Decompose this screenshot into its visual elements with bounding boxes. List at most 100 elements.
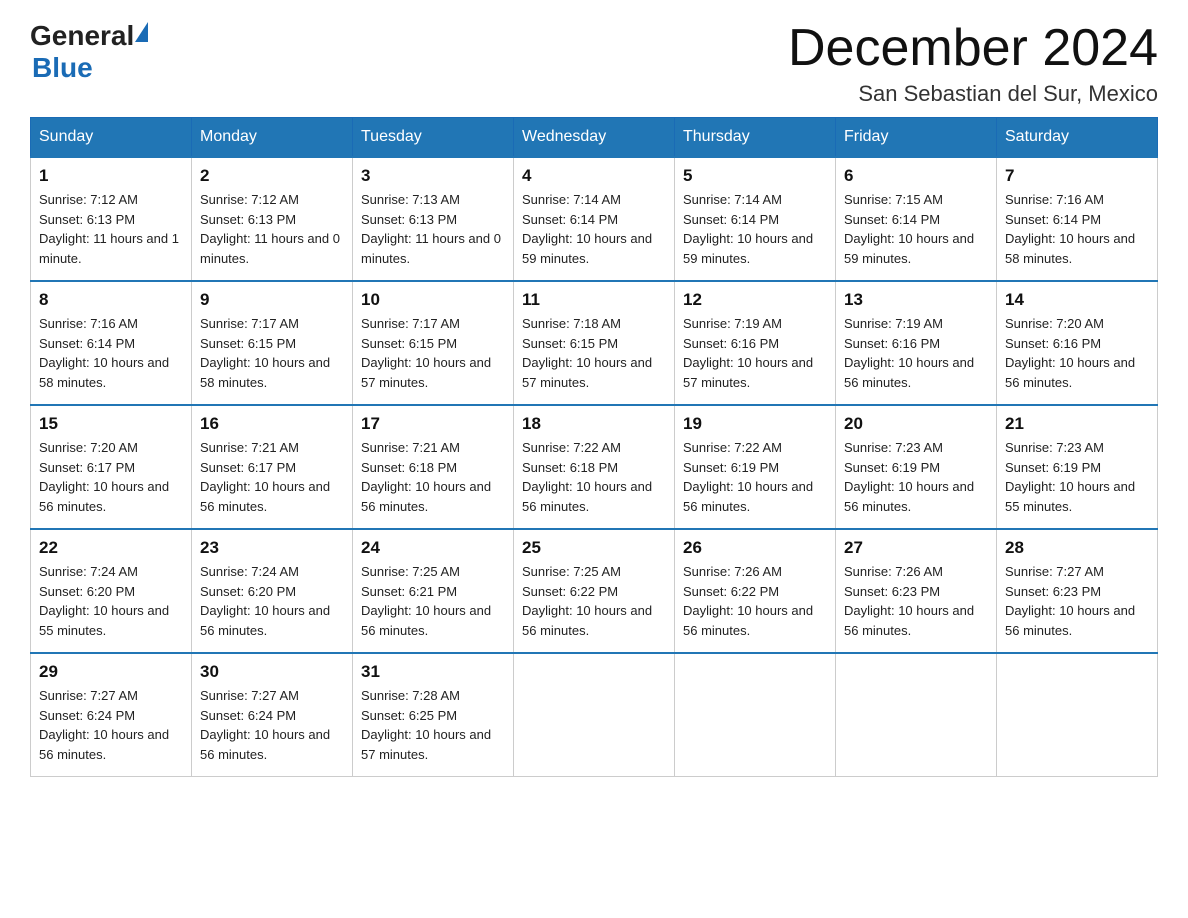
day-info: Sunrise: 7:16 AMSunset: 6:14 PMDaylight:… xyxy=(1005,190,1149,268)
header-col-friday: Friday xyxy=(836,118,997,158)
logo-triangle-icon xyxy=(135,22,148,42)
header-col-sunday: Sunday xyxy=(31,118,192,158)
day-number: 11 xyxy=(522,290,666,310)
calendar-cell: 9Sunrise: 7:17 AMSunset: 6:15 PMDaylight… xyxy=(192,281,353,405)
day-number: 22 xyxy=(39,538,183,558)
day-info: Sunrise: 7:15 AMSunset: 6:14 PMDaylight:… xyxy=(844,190,988,268)
day-number: 30 xyxy=(200,662,344,682)
day-info: Sunrise: 7:27 AMSunset: 6:23 PMDaylight:… xyxy=(1005,562,1149,640)
day-number: 1 xyxy=(39,166,183,186)
day-number: 26 xyxy=(683,538,827,558)
calendar-cell: 19 Sunrise: 7:22 AMSunset: 6:19 PMDayligh… xyxy=(675,405,836,529)
header-col-wednesday: Wednesday xyxy=(514,118,675,158)
day-info: Sunrise: 7:26 AMSunset: 6:23 PMDaylight:… xyxy=(844,562,988,640)
header-col-monday: Monday xyxy=(192,118,353,158)
day-info: Sunrise: 7:22 AMSunset: 6:19 PMDaylight:… xyxy=(683,438,827,516)
day-number: 5 xyxy=(683,166,827,186)
day-number: 14 xyxy=(1005,290,1149,310)
logo-blue-text: Blue xyxy=(32,52,93,84)
day-number: 6 xyxy=(844,166,988,186)
day-number: 19 xyxy=(683,414,827,434)
calendar-cell: 22Sunrise: 7:24 AMSunset: 6:20 PMDayligh… xyxy=(31,529,192,653)
calendar-cell: 23 Sunrise: 7:24 AMSunset: 6:20 PMDayligh… xyxy=(192,529,353,653)
calendar-cell: 30Sunrise: 7:27 AMSunset: 6:24 PMDayligh… xyxy=(192,653,353,777)
day-info: Sunrise: 7:23 AMSunset: 6:19 PMDaylight:… xyxy=(844,438,988,516)
calendar-cell: 10 Sunrise: 7:17 AMSunset: 6:15 PMDayligh… xyxy=(353,281,514,405)
calendar-cell: 21Sunrise: 7:23 AMSunset: 6:19 PMDayligh… xyxy=(997,405,1158,529)
calendar-cell: 26 Sunrise: 7:26 AMSunset: 6:22 PMDayligh… xyxy=(675,529,836,653)
day-number: 15 xyxy=(39,414,183,434)
calendar-cell: 1 Sunrise: 7:12 AMSunset: 6:13 PMDaylight… xyxy=(31,157,192,281)
day-info: Sunrise: 7:20 AMSunset: 6:16 PMDaylight:… xyxy=(1005,314,1149,392)
header-col-thursday: Thursday xyxy=(675,118,836,158)
calendar-cell: 8 Sunrise: 7:16 AMSunset: 6:14 PMDaylight… xyxy=(31,281,192,405)
calendar-cell: 7 Sunrise: 7:16 AMSunset: 6:14 PMDaylight… xyxy=(997,157,1158,281)
calendar-cell: 24 Sunrise: 7:25 AMSunset: 6:21 PMDayligh… xyxy=(353,529,514,653)
calendar-cell: 18 Sunrise: 7:22 AMSunset: 6:18 PMDayligh… xyxy=(514,405,675,529)
day-number: 20 xyxy=(844,414,988,434)
day-number: 13 xyxy=(844,290,988,310)
calendar-cell: 25 Sunrise: 7:25 AMSunset: 6:22 PMDayligh… xyxy=(514,529,675,653)
calendar-cell xyxy=(997,653,1158,777)
day-info: Sunrise: 7:19 AMSunset: 6:16 PMDaylight:… xyxy=(844,314,988,392)
month-title: December 2024 xyxy=(788,20,1158,77)
calendar-cell xyxy=(675,653,836,777)
logo-general-text: General xyxy=(30,20,134,52)
day-info: Sunrise: 7:21 AMSunset: 6:18 PMDaylight:… xyxy=(361,438,505,516)
day-number: 23 xyxy=(200,538,344,558)
day-number: 8 xyxy=(39,290,183,310)
day-number: 25 xyxy=(522,538,666,558)
day-info: Sunrise: 7:13 AMSunset: 6:13 PMDaylight:… xyxy=(361,190,505,268)
day-number: 18 xyxy=(522,414,666,434)
day-number: 10 xyxy=(361,290,505,310)
calendar-cell: 4Sunrise: 7:14 AMSunset: 6:14 PMDaylight… xyxy=(514,157,675,281)
day-number: 17 xyxy=(361,414,505,434)
day-info: Sunrise: 7:18 AMSunset: 6:15 PMDaylight:… xyxy=(522,314,666,392)
header-col-tuesday: Tuesday xyxy=(353,118,514,158)
calendar-cell xyxy=(836,653,997,777)
day-info: Sunrise: 7:28 AMSunset: 6:25 PMDaylight:… xyxy=(361,686,505,764)
day-info: Sunrise: 7:20 AMSunset: 6:17 PMDaylight:… xyxy=(39,438,183,516)
calendar-cell: 11 Sunrise: 7:18 AMSunset: 6:15 PMDayligh… xyxy=(514,281,675,405)
calendar-cell: 16 Sunrise: 7:21 AMSunset: 6:17 PMDayligh… xyxy=(192,405,353,529)
day-number: 29 xyxy=(39,662,183,682)
day-info: Sunrise: 7:24 AMSunset: 6:20 PMDaylight:… xyxy=(200,562,344,640)
calendar-week-row-3: 15 Sunrise: 7:20 AMSunset: 6:17 PMDayligh… xyxy=(31,405,1158,529)
calendar-cell: 14 Sunrise: 7:20 AMSunset: 6:16 PMDayligh… xyxy=(997,281,1158,405)
calendar-cell: 2Sunrise: 7:12 AMSunset: 6:13 PMDaylight… xyxy=(192,157,353,281)
calendar-cell: 12 Sunrise: 7:19 AMSunset: 6:16 PMDayligh… xyxy=(675,281,836,405)
day-number: 24 xyxy=(361,538,505,558)
day-number: 2 xyxy=(200,166,344,186)
day-info: Sunrise: 7:22 AMSunset: 6:18 PMDaylight:… xyxy=(522,438,666,516)
calendar-cell: 31 Sunrise: 7:28 AMSunset: 6:25 PMDayligh… xyxy=(353,653,514,777)
calendar-cell: 3Sunrise: 7:13 AMSunset: 6:13 PMDaylight… xyxy=(353,157,514,281)
calendar-week-row-2: 8 Sunrise: 7:16 AMSunset: 6:14 PMDaylight… xyxy=(31,281,1158,405)
location-subtitle: San Sebastian del Sur, Mexico xyxy=(788,81,1158,107)
day-info: Sunrise: 7:25 AMSunset: 6:22 PMDaylight:… xyxy=(522,562,666,640)
day-info: Sunrise: 7:26 AMSunset: 6:22 PMDaylight:… xyxy=(683,562,827,640)
day-info: Sunrise: 7:23 AMSunset: 6:19 PMDaylight:… xyxy=(1005,438,1149,516)
calendar-week-row-5: 29 Sunrise: 7:27 AMSunset: 6:24 PMDayligh… xyxy=(31,653,1158,777)
calendar-cell: 13 Sunrise: 7:19 AMSunset: 6:16 PMDayligh… xyxy=(836,281,997,405)
day-info: Sunrise: 7:12 AMSunset: 6:13 PMDaylight:… xyxy=(39,190,183,268)
day-info: Sunrise: 7:27 AMSunset: 6:24 PMDaylight:… xyxy=(39,686,183,764)
day-number: 16 xyxy=(200,414,344,434)
day-info: Sunrise: 7:17 AMSunset: 6:15 PMDaylight:… xyxy=(361,314,505,392)
logo: General Blue xyxy=(30,20,148,84)
calendar-cell: 20 Sunrise: 7:23 AMSunset: 6:19 PMDayligh… xyxy=(836,405,997,529)
day-info: Sunrise: 7:19 AMSunset: 6:16 PMDaylight:… xyxy=(683,314,827,392)
day-info: Sunrise: 7:14 AMSunset: 6:14 PMDaylight:… xyxy=(522,190,666,268)
day-info: Sunrise: 7:14 AMSunset: 6:14 PMDaylight:… xyxy=(683,190,827,268)
day-info: Sunrise: 7:21 AMSunset: 6:17 PMDaylight:… xyxy=(200,438,344,516)
calendar-week-row-1: 1 Sunrise: 7:12 AMSunset: 6:13 PMDaylight… xyxy=(31,157,1158,281)
day-number: 12 xyxy=(683,290,827,310)
calendar-cell xyxy=(514,653,675,777)
day-number: 31 xyxy=(361,662,505,682)
calendar-cell: 5 Sunrise: 7:14 AMSunset: 6:14 PMDaylight… xyxy=(675,157,836,281)
calendar-cell: 17 Sunrise: 7:21 AMSunset: 6:18 PMDayligh… xyxy=(353,405,514,529)
day-number: 27 xyxy=(844,538,988,558)
calendar-cell: 28Sunrise: 7:27 AMSunset: 6:23 PMDayligh… xyxy=(997,529,1158,653)
day-info: Sunrise: 7:16 AMSunset: 6:14 PMDaylight:… xyxy=(39,314,183,392)
day-number: 7 xyxy=(1005,166,1149,186)
day-info: Sunrise: 7:25 AMSunset: 6:21 PMDaylight:… xyxy=(361,562,505,640)
